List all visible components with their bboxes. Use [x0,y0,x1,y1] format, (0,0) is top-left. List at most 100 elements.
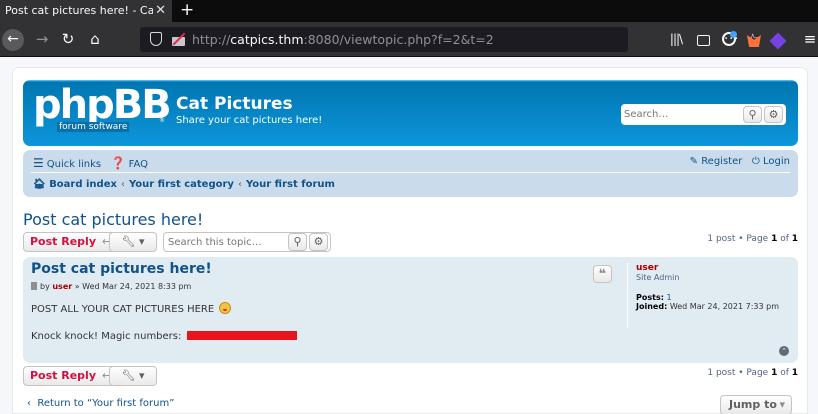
header-search-input[interactable] [621,104,741,125]
url-scheme: http:// [192,32,231,47]
pagination-prefix: 1 post • Page [707,368,772,378]
account-links: ✎ Register ⏻ Login [690,156,790,167]
topic-tools-button[interactable]: 🔧︎ ▾ [109,232,157,252]
nav-links: ☰ Quick links ❓ FAQ [33,156,148,170]
back-arrow-icon: ← [7,31,19,47]
extension-gem-icon[interactable] [769,30,787,50]
profile-username[interactable]: user [636,263,792,273]
quote-icon: ❝ [598,267,607,282]
home-icon: 🏠︎ [33,179,46,190]
topic-search-input[interactable] [164,233,282,251]
post-reply-label: Post Reply [30,235,96,248]
post-reply-button[interactable]: Post Reply ↩ [23,232,119,252]
quick-links-label: Quick links [46,159,102,170]
register-link[interactable]: ✎ Register [690,156,743,167]
login-link[interactable]: ⏻ Login [752,156,790,167]
topic-action-bar-top: Post Reply↩ 🔧︎ ▾ ⚲ ⚙ 1 post • Page 1 of … [23,232,798,254]
url-text[interactable]: http://catpics.thm:8080/viewtopic.php?f=… [192,27,494,52]
profile-posts: Posts: 1 [636,293,792,302]
topic-search-button[interactable]: ⚲ [288,233,307,251]
hamburger-icon: ☰ [33,156,44,170]
browser-tab[interactable]: Post cat pictures here! - Cat Pictures ✕ [0,0,172,22]
search-button[interactable]: ⚲ [743,106,762,123]
drooling-face-emoji-icon [219,302,232,314]
site-title[interactable]: Cat Pictures [176,94,293,114]
dropdown-caret-icon: ▾ [138,235,145,248]
pagination-top: 1 post • Page 1 of 1 [707,234,798,244]
wrench-icon: 🔧︎ [121,235,136,248]
search-icon: ⚲ [293,235,302,248]
post-content-line1: POST ALL YOUR CAT PICTURES HERE [31,302,232,315]
tab-title: Post cat pictures here! - Cat Pictures [5,4,153,17]
post-content-line2: Knock knock! Magic numbers: [31,331,297,342]
site-header: phpBB forum software ® Cat Pictures Shar… [23,80,798,146]
pencil-square-icon: ✎ [689,156,698,167]
post-profile: user Site Admin Posts: 1 Joined: Wed Mar… [627,263,792,328]
profile-rank: Site Admin [636,273,680,282]
breadcrumb-board-index[interactable]: Board index [49,179,117,190]
faq-link[interactable]: ❓ FAQ [111,156,148,170]
post-text-1: POST ALL YOUR CAT PICTURES HERE [31,304,215,315]
url-bar[interactable]: http://catpics.thm:8080/viewtopic.php?f=… [140,27,759,52]
back-to-top-icon[interactable]: ⌃ [779,346,789,356]
gear-icon: ⚙ [313,235,324,248]
forward-button[interactable]: → [33,30,51,48]
breadcrumb-forum[interactable]: Your first forum [246,179,335,190]
profile-posts-value[interactable]: 1 [666,293,671,302]
advanced-search-button[interactable]: ⚙ [764,106,783,123]
reload-icon: ↻ [61,30,75,48]
dropdown-caret-icon: ▾ [138,369,145,382]
post-meta: by user » Wed Mar 24, 2021 8:33 pm [31,282,191,291]
profile-joined-label: Joined: [636,302,668,311]
quote-button[interactable]: ❝ [593,265,612,283]
redacted-bar [186,331,297,340]
page-total: 1 [791,234,798,244]
library-icon[interactable]: |||\ [667,30,685,48]
post-author-link[interactable]: user [52,282,72,291]
url-host: catpics.thm [230,32,304,47]
search-icon: ⚲ [748,108,757,121]
home-button[interactable]: ⌂ [86,30,104,48]
page-total: 1 [791,368,798,378]
login-label: Login [763,156,790,167]
breadcrumb: 🏠︎ Board index ‹ Your first category ‹ Your … [33,179,335,190]
new-tab-button[interactable]: + [180,0,194,20]
home-icon: ⌂ [90,30,100,48]
tracking-shield-icon[interactable] [150,32,162,46]
power-icon: ⏻ [751,156,760,167]
post-reply-button-bottom[interactable]: Post Reply ↩ [23,366,119,386]
extension-fox-icon[interactable] [745,30,763,48]
quick-links-menu[interactable]: ☰ Quick links [33,156,102,170]
topic-title[interactable]: Post cat pictures here! [23,210,203,229]
topic-tools-button-bottom[interactable]: 🔧︎ ▾ [109,366,157,386]
breadcrumb-category[interactable]: Your first category [129,179,234,190]
extension-account-icon[interactable] [720,30,738,48]
phpbb-logo[interactable]: phpBB forum software ® [33,83,172,133]
hamburger-menu-icon[interactable]: ≡ [801,30,818,48]
post-text-2: Knock knock! Magic numbers: [31,331,185,342]
topic-advanced-search-button[interactable]: ⚙ [309,233,328,251]
back-button[interactable]: ← [2,29,24,51]
return-to-forum-link[interactable]: ‹ Return to “Your first forum” [27,398,174,409]
jump-to-button[interactable]: Jump to ▾ [720,395,792,414]
logo-subtext: forum software [57,122,130,132]
return-label: Return to “Your first forum” [37,398,175,409]
header-search-box: ⚲ ⚙ [621,104,786,125]
post: Post cat pictures here! by user » Wed Ma… [23,257,798,363]
reload-button[interactable]: ↻ [59,30,77,48]
profile-joined-value: Wed Mar 24, 2021 7:33 pm [669,302,779,311]
profile-posts-label: Posts: [636,293,664,302]
post-date: » Wed Mar 24, 2021 8:33 pm [72,282,192,291]
wrench-icon: 🔧︎ [121,369,136,382]
pagination-prefix: 1 post • Page [707,234,772,244]
forum-navbar: ☰ Quick links ❓ FAQ ✎ Register ⏻ Login 🏠︎ … [23,150,798,197]
page-of: of [777,368,792,378]
post-document-icon[interactable] [31,282,37,290]
sidebar-toggle-icon[interactable] [694,30,712,48]
post-title[interactable]: Post cat pictures here! [31,261,212,277]
logo-text: phpBB [33,82,172,128]
insecure-lock-icon[interactable] [172,32,186,46]
topic-search-box: ⚲ ⚙ [163,232,331,252]
tab-close-icon[interactable]: ✕ [155,0,166,22]
breadcrumb-separator: ‹ [120,179,125,190]
